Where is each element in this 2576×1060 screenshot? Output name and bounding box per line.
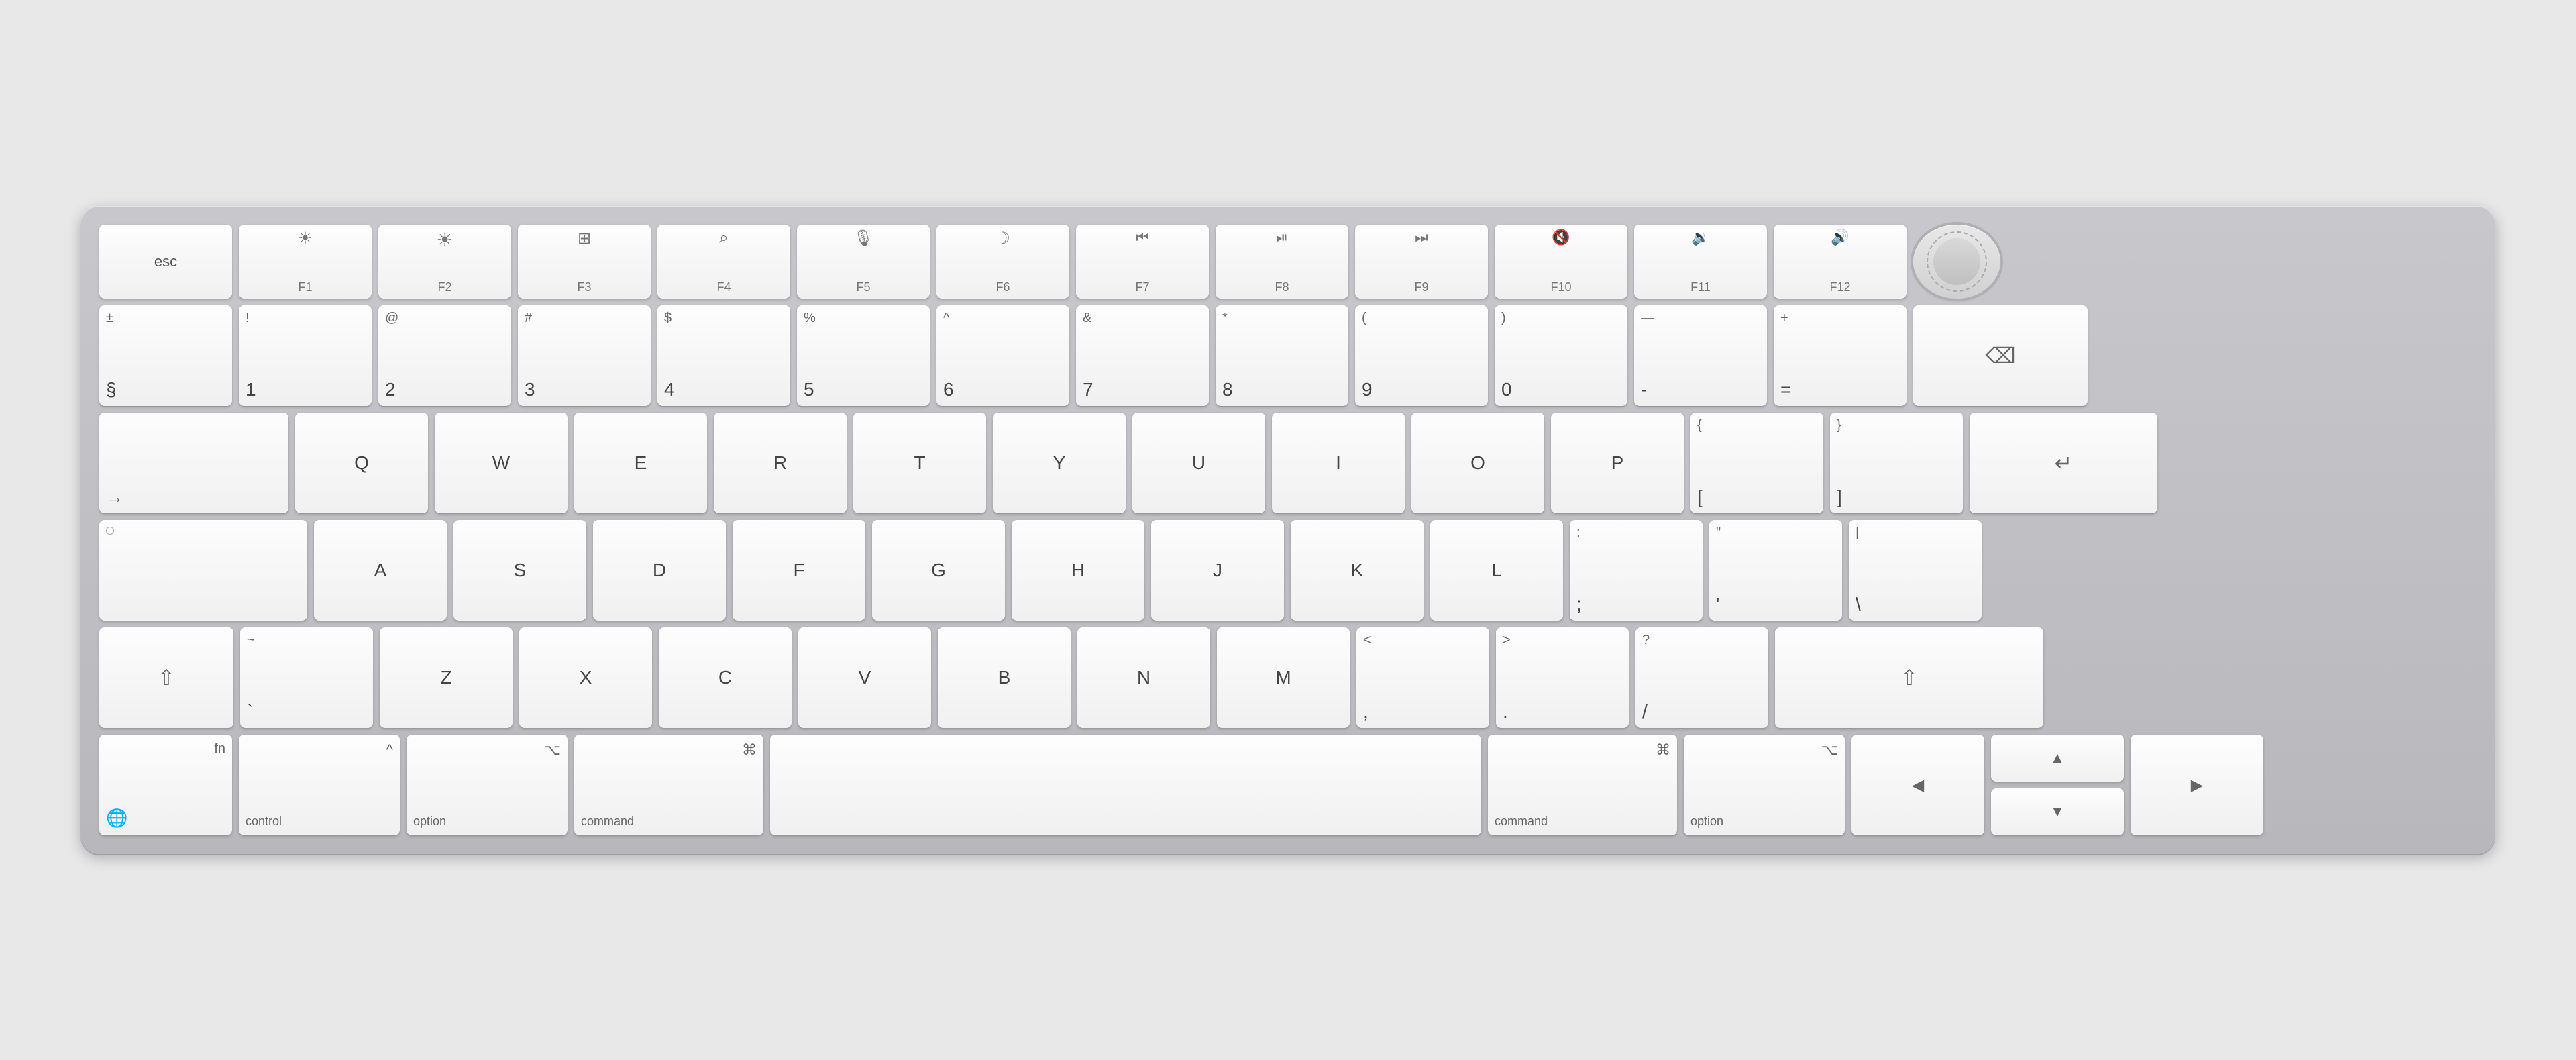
key-period[interactable]: > . — [1496, 627, 1629, 728]
key-control[interactable]: ^ control — [239, 735, 400, 835]
key-arrow-left[interactable]: ◀ — [1851, 735, 1984, 835]
qwerty-row: → Q W E R T Y U I O P { [ } ] ↵ — [99, 413, 2477, 513]
key-7[interactable]: & 7 — [1076, 305, 1209, 406]
key-g[interactable]: G — [872, 520, 1005, 621]
keyboard: esc ☀ F1 ☀ F2 ⊞ F3 ⌕ F4 🎙 F5 ☽ F6 — [80, 206, 2496, 854]
key-1[interactable]: ! 1 — [239, 305, 372, 406]
key-caps-lock[interactable] — [99, 520, 307, 621]
key-globe[interactable]: fn 🌐 — [99, 735, 232, 835]
key-o[interactable]: O — [1411, 413, 1544, 513]
key-arrow-right[interactable]: ▶ — [2131, 735, 2263, 835]
key-s[interactable]: S — [453, 520, 586, 621]
key-bracket-right[interactable]: } ] — [1830, 413, 1963, 513]
key-e[interactable]: E — [574, 413, 707, 513]
key-bracket-left[interactable]: { [ — [1690, 413, 1823, 513]
key-u[interactable]: U — [1132, 413, 1265, 513]
key-w[interactable]: W — [435, 413, 568, 513]
key-tab[interactable]: → — [99, 413, 288, 513]
key-return[interactable]: ↵ — [1970, 413, 2157, 513]
key-0[interactable]: ) 0 — [1495, 305, 1627, 406]
key-backspace[interactable]: ⌫ — [1913, 305, 2088, 406]
key-b[interactable]: B — [938, 627, 1071, 728]
key-touchid[interactable] — [1913, 225, 2000, 299]
key-f7[interactable]: ⏮ F7 — [1076, 225, 1209, 299]
key-3[interactable]: # 3 — [518, 305, 651, 406]
key-z[interactable]: Z — [380, 627, 513, 728]
key-6[interactable]: ^ 6 — [936, 305, 1069, 406]
key-a[interactable]: A — [314, 520, 447, 621]
key-equals[interactable]: + = — [1774, 305, 1907, 406]
key-option-right[interactable]: ⌥ option — [1684, 735, 1845, 835]
key-f12[interactable]: 🔊 F12 — [1774, 225, 1907, 299]
key-y[interactable]: Y — [993, 413, 1126, 513]
arrow-updown: ▲ ▼ — [1991, 735, 2124, 835]
key-f2[interactable]: ☀ F2 — [378, 225, 511, 299]
key-m[interactable]: M — [1217, 627, 1350, 728]
key-quote[interactable]: " ' — [1709, 520, 1842, 621]
key-minus[interactable]: — - — [1634, 305, 1767, 406]
key-f8[interactable]: ⏯ F8 — [1216, 225, 1348, 299]
key-i[interactable]: I — [1272, 413, 1405, 513]
key-command-right[interactable]: ⌘ command — [1488, 735, 1677, 835]
key-arrow-up[interactable]: ▲ — [1991, 735, 2124, 782]
key-d[interactable]: D — [593, 520, 726, 621]
key-p[interactable]: P — [1551, 413, 1684, 513]
key-comma[interactable]: < , — [1356, 627, 1489, 728]
key-q[interactable]: Q — [295, 413, 428, 513]
key-backslash[interactable]: | \ — [1849, 520, 1982, 621]
key-tilde[interactable]: ~ ` — [240, 627, 373, 728]
key-n[interactable]: N — [1077, 627, 1210, 728]
key-j[interactable]: J — [1151, 520, 1284, 621]
key-x[interactable]: X — [519, 627, 652, 728]
zxcv-row: ⇧ ~ ` Z X C V B N M < , > . ? / ⇧ — [99, 627, 2477, 728]
key-c[interactable]: C — [659, 627, 792, 728]
asdf-row: A S D F G H J K L : ; " ' | \ — [99, 520, 2477, 621]
key-f4[interactable]: ⌕ F4 — [657, 225, 790, 299]
key-space[interactable] — [770, 735, 1481, 835]
key-option-left[interactable]: ⌥ option — [407, 735, 568, 835]
key-shift-left[interactable]: ⇧ — [99, 627, 233, 728]
key-k[interactable]: K — [1291, 520, 1424, 621]
key-f6[interactable]: ☽ F6 — [936, 225, 1069, 299]
key-f1[interactable]: ☀ F1 — [239, 225, 372, 299]
key-f10[interactable]: 🔇 F10 — [1495, 225, 1627, 299]
key-slash[interactable]: ? / — [1635, 627, 1768, 728]
key-shift-right[interactable]: ⇧ — [1775, 627, 2043, 728]
key-esc[interactable]: esc — [99, 225, 232, 299]
key-arrow-down[interactable]: ▼ — [1991, 788, 2124, 835]
key-5[interactable]: % 5 — [797, 305, 930, 406]
number-row: ± § ! 1 @ 2 # 3 $ 4 % 5 ^ 6 & 7 — [99, 305, 2477, 406]
key-command-left[interactable]: ⌘ command — [574, 735, 763, 835]
key-section[interactable]: ± § — [99, 305, 232, 406]
key-r[interactable]: R — [714, 413, 847, 513]
key-h[interactable]: H — [1012, 520, 1144, 621]
key-v[interactable]: V — [798, 627, 931, 728]
key-8[interactable]: * 8 — [1216, 305, 1348, 406]
fn-row: esc ☀ F1 ☀ F2 ⊞ F3 ⌕ F4 🎙 F5 ☽ F6 — [99, 225, 2477, 299]
key-f11[interactable]: 🔉 F11 — [1634, 225, 1767, 299]
key-f5[interactable]: 🎙 F5 — [797, 225, 930, 299]
key-semicolon[interactable]: : ; — [1570, 520, 1703, 621]
key-l[interactable]: L — [1430, 520, 1563, 621]
modifier-row: fn 🌐 ^ control ⌥ option ⌘ command ⌘ comm… — [99, 735, 2477, 835]
key-t[interactable]: T — [853, 413, 986, 513]
key-2[interactable]: @ 2 — [378, 305, 511, 406]
key-4[interactable]: $ 4 — [657, 305, 790, 406]
key-f9[interactable]: ⏭ F9 — [1355, 225, 1488, 299]
key-9[interactable]: ( 9 — [1355, 305, 1488, 406]
key-f3[interactable]: ⊞ F3 — [518, 225, 651, 299]
key-f[interactable]: F — [733, 520, 865, 621]
